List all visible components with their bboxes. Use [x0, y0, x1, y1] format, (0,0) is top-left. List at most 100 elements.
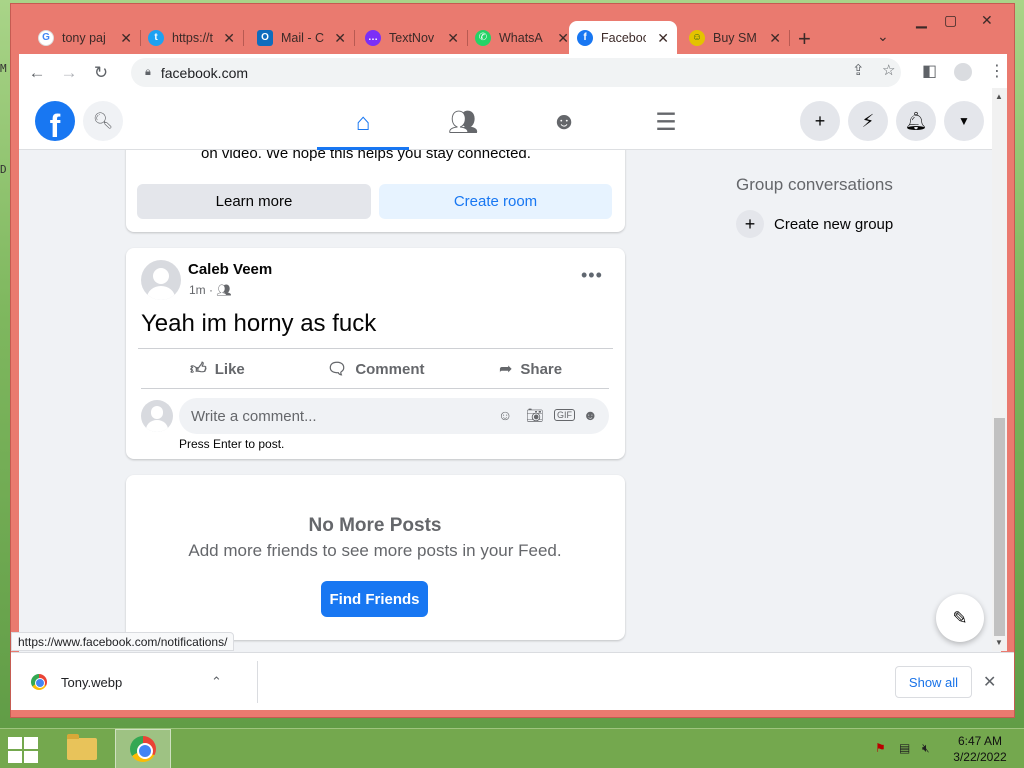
menu-hamburger-icon[interactable]: ☰: [620, 99, 712, 145]
plus-icon: +: [736, 210, 764, 238]
comment-label: Comment: [355, 360, 425, 378]
comment-placeholder: Write a comment...: [191, 407, 317, 425]
create-new-group-button[interactable]: + Create new group: [736, 210, 893, 238]
avatar[interactable]: [141, 260, 181, 300]
scroll-up-arrow-icon[interactable]: ▲: [995, 92, 1003, 101]
action-center-flag-icon[interactable]: ⚑: [875, 741, 886, 755]
tab-mail[interactable]: O Mail - C ✕: [249, 21, 355, 54]
share-icon[interactable]: ⇪: [852, 61, 865, 79]
commenter-avatar[interactable]: [141, 400, 173, 432]
create-room-button[interactable]: Create room: [379, 184, 612, 219]
tab-search-chevron-icon[interactable]: ⌄: [877, 28, 889, 45]
friends-icon[interactable]: 👥︎: [417, 99, 509, 145]
camera-icon[interactable]: 📷︎: [526, 407, 544, 424]
post-author[interactable]: Caleb Veem: [188, 261, 272, 278]
post-text: Yeah im horny as fuck: [141, 310, 377, 337]
comment-button[interactable]: 🗨︎ Comment: [327, 359, 424, 379]
search-icon[interactable]: 🔍︎: [83, 101, 123, 141]
close-tab-icon[interactable]: ✕: [657, 30, 669, 47]
tab-buy[interactable]: ☺ Buy SM ✕: [681, 21, 790, 54]
windows-start-icon[interactable]: [8, 737, 38, 763]
find-friends-button[interactable]: Find Friends: [321, 581, 428, 617]
show-all-button[interactable]: Show all: [895, 666, 972, 698]
create-plus-icon[interactable]: +: [800, 101, 840, 141]
maximize-icon[interactable]: ▢: [944, 12, 957, 29]
new-message-compose-icon[interactable]: ✎: [936, 594, 984, 642]
logo-glyph: f: [49, 108, 61, 141]
tab-separator: [789, 30, 790, 46]
post-time[interactable]: 1m: [189, 283, 206, 297]
sticker-icon[interactable]: ☻: [583, 407, 598, 423]
chrome-file-icon: [31, 674, 47, 690]
whatsapp-icon: ✆: [475, 29, 491, 46]
new-tab-button[interactable]: +: [798, 26, 811, 52]
tab-twitter[interactable]: t https://t ✕: [140, 21, 244, 54]
network-icon[interactable]: ▤: [899, 741, 910, 755]
comment-input[interactable]: Write a comment...: [179, 398, 609, 434]
tab-textnow[interactable]: … TextNov ✕: [357, 21, 468, 54]
post-meta: 1m · 👥︎: [189, 283, 232, 297]
minimize-icon[interactable]: ▁: [916, 12, 927, 29]
tab-title: WhatsA: [499, 30, 543, 45]
tab-whatsapp[interactable]: ✆ WhatsA ✕: [467, 21, 577, 54]
side-panel-icon[interactable]: ◧: [922, 61, 937, 81]
tab-facebook[interactable]: f Faceboo ✕: [569, 21, 677, 54]
account-caret-icon[interactable]: ▼: [944, 101, 984, 141]
tab-separator: [354, 30, 355, 46]
download-shelf: Tony.webp ⌃ Show all ✕: [11, 652, 1014, 710]
facebook-page: on video. We hope this helps you stay co…: [19, 91, 1001, 654]
system-clock[interactable]: 6:47 AM 3/22/2022: [948, 733, 1012, 765]
chevron-up-icon[interactable]: ⌃: [211, 674, 222, 690]
tab-google[interactable]: G tony paj ✕: [30, 21, 141, 54]
press-enter-hint: Press Enter to post.: [179, 437, 285, 451]
scrollbar-thumb[interactable]: [994, 418, 1005, 636]
page-scrollbar[interactable]: ▲ ▼: [992, 88, 1007, 651]
smile-coin-icon: ☺: [689, 29, 705, 46]
divider: [138, 348, 613, 349]
textnow-icon: …: [365, 29, 381, 46]
close-tab-icon[interactable]: ✕: [120, 30, 132, 47]
download-item[interactable]: Tony.webp ⌃: [21, 669, 247, 695]
back-arrow-icon[interactable]: ←: [23, 59, 51, 87]
divider: [141, 388, 609, 389]
profile-avatar-icon[interactable]: [954, 63, 972, 81]
address-text: facebook.com: [160, 64, 249, 81]
close-window-icon[interactable]: ✕: [981, 12, 993, 29]
bookmark-star-icon[interactable]: ☆: [882, 61, 895, 79]
like-label: Like: [214, 360, 245, 378]
share-button[interactable]: ➦ Share: [499, 359, 562, 379]
volume-muted-icon[interactable]: 🔇︎: [922, 741, 930, 756]
address-bar[interactable]: 🔒︎ facebook.com: [131, 58, 901, 87]
reload-icon[interactable]: ↻: [87, 59, 115, 87]
close-tab-icon[interactable]: ✕: [223, 30, 235, 47]
close-shelf-icon[interactable]: ✕: [983, 672, 996, 692]
scroll-down-arrow-icon[interactable]: ▼: [995, 638, 1003, 647]
comment-bubble-icon: 🗨︎: [327, 361, 348, 378]
close-tab-icon[interactable]: ✕: [557, 30, 569, 47]
forward-arrow-icon[interactable]: →: [55, 59, 83, 87]
tab-title: TextNov: [389, 30, 434, 45]
kebab-menu-icon[interactable]: ⋮: [989, 61, 1005, 81]
windows-taskbar: ⚑ ▤ 🔇︎ 6:47 AM 3/22/2022: [0, 728, 1024, 768]
gif-icon[interactable]: GIF: [554, 409, 575, 421]
close-tab-icon[interactable]: ✕: [769, 30, 781, 47]
lock-icon: 🔒︎: [145, 66, 151, 78]
close-tab-icon[interactable]: ✕: [334, 30, 346, 47]
notifications-bell-icon[interactable]: 🔔︎: [896, 101, 936, 141]
close-tab-icon[interactable]: ✕: [447, 30, 459, 47]
friends-audience-icon: 👥︎: [216, 283, 232, 297]
chrome-taskbar-icon[interactable]: [115, 729, 171, 768]
outlook-icon: O: [257, 29, 273, 46]
thumbs-up-icon: 👍︎: [190, 360, 207, 378]
more-options-icon[interactable]: •••: [581, 265, 603, 286]
file-explorer-icon[interactable]: [54, 729, 110, 768]
facebook-logo-icon[interactable]: f: [35, 101, 75, 141]
learn-more-button[interactable]: Learn more: [137, 184, 371, 219]
messenger-icon[interactable]: ⚡︎: [848, 101, 888, 141]
emoji-icon[interactable]: ☺: [498, 407, 512, 423]
tab-separator: [243, 30, 244, 46]
chrome-icon: [130, 736, 156, 762]
like-button[interactable]: 👍︎ Like: [190, 359, 245, 379]
groups-icon[interactable]: ☻: [518, 99, 610, 145]
home-icon[interactable]: ⌂: [317, 99, 409, 150]
